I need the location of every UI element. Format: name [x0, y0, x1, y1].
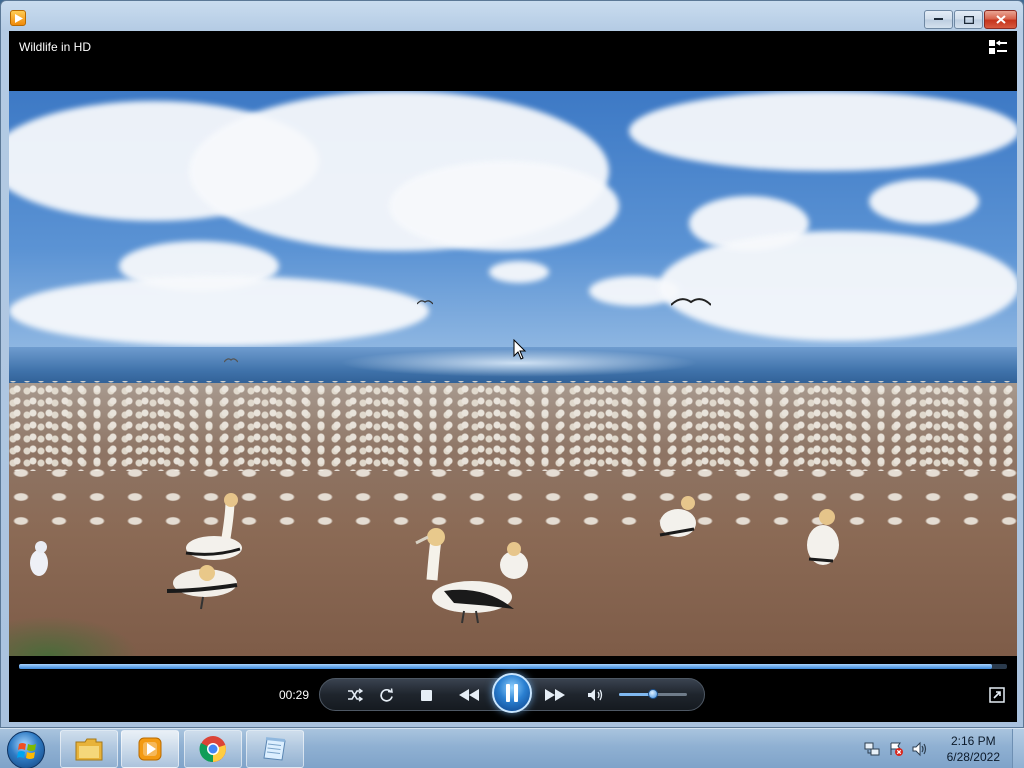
taskbar-notepad[interactable]	[246, 730, 304, 768]
media-title: Wildlife in HD	[19, 40, 92, 54]
media-player-icon	[138, 737, 162, 761]
cloud	[9, 276, 429, 346]
speaker-icon	[587, 689, 602, 701]
show-desktop-button[interactable]	[1012, 729, 1024, 768]
volume-slider[interactable]	[619, 689, 687, 699]
mute-button[interactable]	[585, 686, 605, 704]
flying-bird	[417, 300, 433, 305]
repeat-button[interactable]	[377, 686, 395, 704]
seek-bar-progress	[19, 664, 993, 669]
mouse-cursor	[513, 339, 527, 360]
shuffle-icon	[348, 688, 363, 702]
maximize-icon	[963, 15, 974, 24]
window-controls	[924, 10, 1017, 29]
network-icon[interactable]	[864, 741, 880, 757]
notepad-icon	[263, 737, 286, 761]
elapsed-time: 00:29	[279, 688, 310, 702]
folder-icon	[75, 738, 103, 761]
volume-thumb[interactable]	[648, 689, 658, 699]
volume-icon[interactable]	[912, 741, 928, 757]
rewind-icon	[459, 689, 479, 701]
shuffle-button[interactable]	[345, 686, 365, 704]
seek-bar[interactable]	[19, 664, 1007, 669]
fullscreen-icon	[989, 687, 1005, 703]
cloud	[489, 261, 549, 283]
maximize-button[interactable]	[954, 10, 983, 29]
windows-logo-icon	[17, 743, 36, 759]
video-frame[interactable]	[9, 91, 1017, 656]
cloud	[659, 231, 1017, 341]
flying-bird	[671, 298, 711, 306]
stop-icon	[420, 689, 432, 701]
system-clock[interactable]: 2:16 PM 6/28/2022	[947, 733, 1000, 765]
close-button[interactable]	[984, 10, 1017, 29]
next-button[interactable]	[541, 685, 569, 705]
start-button[interactable]	[7, 731, 45, 768]
title-bar[interactable]	[1, 1, 1023, 31]
gannet	[659, 496, 696, 537]
stop-button[interactable]	[417, 686, 435, 704]
taskbar-windows-media-player[interactable]	[121, 730, 179, 768]
action-center-icon[interactable]	[888, 741, 904, 757]
minimize-icon	[934, 18, 943, 20]
repeat-icon	[379, 687, 393, 702]
gannet-colony-far	[9, 381, 1017, 471]
taskbar-windows-explorer[interactable]	[60, 730, 118, 768]
gannet-colony-mid	[9, 463, 1017, 533]
minimize-button[interactable]	[924, 10, 953, 29]
play-pause-button[interactable]	[492, 673, 532, 713]
clock-time: 2:16 PM	[950, 734, 996, 748]
cloud	[389, 161, 619, 251]
gannet	[500, 542, 528, 579]
fast-forward-icon	[545, 689, 565, 701]
notification-area	[864, 741, 928, 757]
media-player-icon[interactable]	[10, 10, 26, 26]
taskbar: 2:16 PM 6/28/2022	[0, 728, 1024, 768]
gannet	[30, 541, 48, 576]
previous-button[interactable]	[455, 685, 483, 705]
fullscreen-button[interactable]	[989, 687, 1005, 707]
close-icon	[995, 15, 1006, 24]
clock-date: 6/28/2022	[946, 750, 1000, 764]
pause-icon	[506, 684, 518, 702]
player-client-area: Wildlife in HD 00:29	[9, 31, 1017, 722]
chrome-icon	[199, 736, 226, 763]
media-player-window: Wildlife in HD 00:29	[0, 0, 1024, 728]
cloud	[869, 179, 979, 224]
cloud	[629, 91, 1017, 171]
switch-to-library-icon[interactable]	[989, 39, 1007, 58]
gannet	[185, 493, 242, 560]
taskbar-google-chrome[interactable]	[184, 730, 242, 768]
grass-patch	[9, 616, 139, 656]
flying-bird	[224, 358, 238, 363]
gannet	[807, 509, 839, 565]
